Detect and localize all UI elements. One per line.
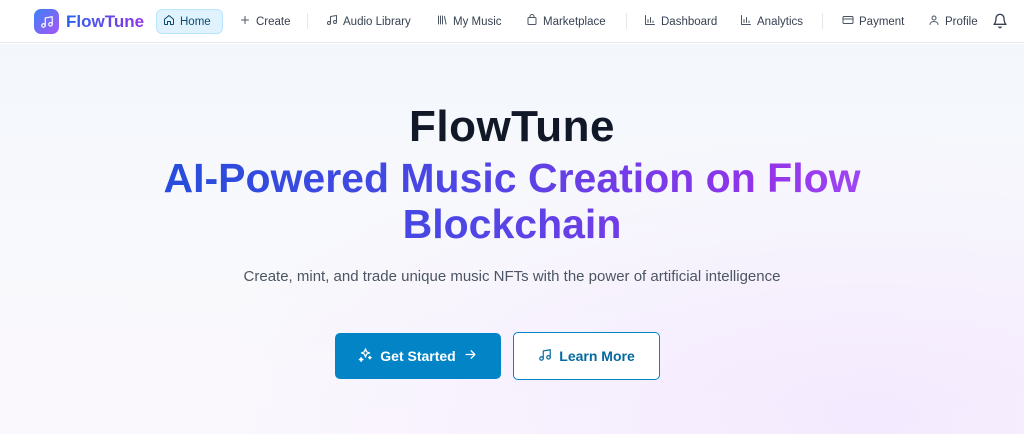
get-started-button[interactable]: Get Started bbox=[335, 333, 501, 379]
bell-icon[interactable] bbox=[992, 13, 1008, 29]
nav-item-analytics[interactable]: Analytics bbox=[734, 9, 809, 34]
nav-item-label: Profile bbox=[945, 15, 978, 28]
music-note-icon bbox=[326, 14, 338, 29]
top-navbar: FlowTune Home Create Audio Library My Mu… bbox=[0, 0, 1024, 43]
nav-item-label: My Music bbox=[453, 15, 502, 28]
nav-item-create[interactable]: Create bbox=[233, 9, 297, 34]
nav-item-label: Payment bbox=[859, 15, 905, 28]
get-started-label: Get Started bbox=[380, 348, 456, 364]
nav-item-label: Marketplace bbox=[543, 15, 606, 28]
hero-section: FlowTune AI-Powered Music Creation on Fl… bbox=[0, 44, 1024, 434]
nav-item-my-music[interactable]: My Music bbox=[430, 9, 508, 34]
learn-more-label: Learn More bbox=[559, 348, 635, 364]
library-icon bbox=[436, 14, 448, 29]
music-note-icon bbox=[34, 9, 59, 34]
nav-item-dashboard[interactable]: Dashboard bbox=[638, 9, 723, 34]
nav-item-audio-library[interactable]: Audio Library bbox=[320, 9, 417, 34]
nav-item-label: Analytics bbox=[757, 15, 804, 28]
arrow-right-icon bbox=[463, 347, 478, 365]
bar-chart-icon bbox=[740, 14, 752, 29]
hero-title: FlowTune bbox=[408, 102, 616, 151]
credit-card-icon bbox=[842, 14, 854, 29]
music-note-icon bbox=[538, 348, 552, 365]
nav-divider bbox=[822, 13, 823, 29]
hero-description: Create, mint, and trade unique music NFT… bbox=[243, 268, 781, 285]
learn-more-button[interactable]: Learn More bbox=[513, 332, 660, 380]
nav-divider bbox=[626, 13, 627, 29]
nav-item-label: Create bbox=[256, 15, 291, 28]
nav-item-marketplace[interactable]: Marketplace bbox=[520, 9, 612, 34]
brand-name: FlowTune bbox=[66, 11, 145, 31]
home-icon bbox=[163, 14, 175, 29]
nav-item-label: Audio Library bbox=[343, 15, 411, 28]
plus-icon bbox=[239, 14, 251, 29]
user-icon bbox=[928, 14, 940, 29]
hero-subtitle: AI-Powered Music Creation on Flow Blockc… bbox=[90, 155, 934, 247]
nav-item-label: Dashboard bbox=[661, 15, 718, 28]
nav-divider bbox=[307, 13, 308, 29]
brand[interactable]: FlowTune bbox=[34, 9, 144, 34]
sparkles-icon bbox=[358, 347, 373, 365]
nav-item-home[interactable]: Home bbox=[156, 9, 223, 34]
bar-chart-icon bbox=[644, 14, 656, 29]
shopping-bag-icon bbox=[526, 14, 538, 29]
nav-item-payment[interactable]: Payment bbox=[836, 9, 910, 34]
nav-item-profile[interactable]: Profile bbox=[922, 9, 984, 34]
nav-item-label: Home bbox=[180, 15, 211, 28]
